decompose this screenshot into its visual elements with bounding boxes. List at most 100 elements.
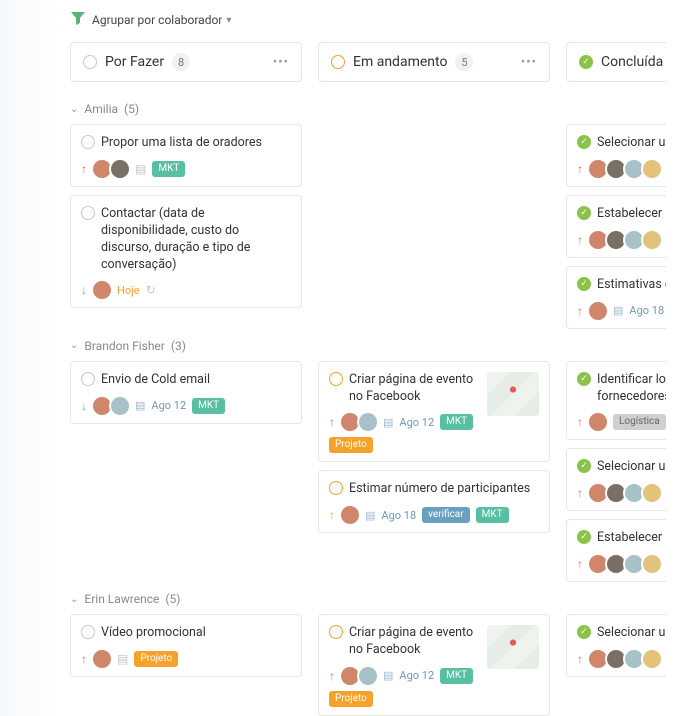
tag-mkt[interactable]: MKT [440, 414, 473, 430]
avatar[interactable] [643, 231, 661, 249]
avatar[interactable] [643, 484, 661, 502]
card-title[interactable]: Selecionar uma data [597, 459, 666, 476]
avatar[interactable] [625, 555, 643, 573]
card-title[interactable]: Estabelecer metas e [597, 530, 666, 547]
avatar[interactable] [93, 281, 111, 299]
avatar[interactable] [607, 231, 625, 249]
card-title[interactable]: Identificar localização de fornecedores [597, 372, 666, 406]
card-title[interactable]: Selecionar uma data [597, 625, 666, 642]
avatar[interactable] [643, 555, 661, 573]
card-title[interactable]: Vídeo promocional [101, 625, 206, 642]
avatar[interactable] [589, 555, 607, 573]
tag-proj[interactable]: Projeto [329, 691, 373, 707]
task-card[interactable]: Propor uma lista de oradores↑ ▤ MKT [70, 124, 302, 187]
card-title[interactable]: Estimar número de participantes [349, 481, 530, 498]
status-open-icon [83, 55, 97, 69]
avatar[interactable] [589, 302, 607, 320]
task-card[interactable]: Envio de Cold email↓ ▤ Ago 12 MKT [70, 361, 302, 424]
avatar[interactable] [341, 667, 359, 685]
toolbar: Agrupar por colaborador ▾ [70, 10, 680, 30]
avatar[interactable] [589, 484, 607, 502]
avatar[interactable] [589, 231, 607, 249]
tag-mkt[interactable]: MKT [476, 507, 509, 523]
card-title[interactable]: Contactar (data de disponibilidade, cust… [101, 206, 291, 274]
tag-mkt[interactable]: MKT [192, 398, 225, 414]
task-card[interactable]: ✓Identificar localização de fornecedores… [566, 361, 666, 441]
avatar[interactable] [111, 160, 129, 178]
task-card[interactable]: ✓Estabelecer metas e↑ [566, 519, 666, 582]
tag-mkt[interactable]: MKT [152, 161, 185, 177]
avatar[interactable] [643, 160, 661, 178]
column-menu-icon[interactable]: ••• [521, 55, 537, 70]
avatar[interactable] [589, 413, 607, 431]
avatar[interactable] [589, 650, 607, 668]
calendar-icon[interactable]: ▤ [117, 652, 128, 666]
avatar[interactable] [625, 650, 643, 668]
chevron-down-icon[interactable]: ▾ [226, 15, 231, 26]
task-card[interactable]: ✓Selecionar uma data↑ [566, 448, 666, 511]
task-card[interactable]: Contactar (data de disponibilidade, cust… [70, 195, 302, 309]
due-date[interactable]: Ago 12 [399, 416, 434, 429]
card-meta: ↑ [577, 484, 666, 502]
calendar-icon[interactable]: ▤ [135, 162, 146, 176]
tag-mkt[interactable]: MKT [440, 668, 473, 684]
avatar[interactable] [607, 160, 625, 178]
card-title[interactable]: Criar página de evento no Facebook [349, 372, 479, 406]
card-meta: ↑ Logística [577, 413, 666, 431]
avatar[interactable] [607, 650, 625, 668]
card-meta: ↑ [577, 231, 666, 249]
calendar-icon: ▤ [383, 416, 393, 429]
card-title[interactable]: Propor uma lista de oradores [101, 135, 262, 152]
avatar[interactable] [607, 484, 625, 502]
card-title[interactable]: Estimativas de custo [597, 277, 666, 294]
due-date[interactable]: Ago 12 [151, 399, 186, 412]
column-header-todo[interactable]: Por Fazer 8 ••• [70, 42, 302, 82]
group-col-todo: Vídeo promocional↑ ▤ Projeto [70, 614, 302, 716]
task-card[interactable]: Vídeo promocional↑ ▤ Projeto [70, 614, 302, 677]
avatar[interactable] [625, 484, 643, 502]
avatar[interactable] [625, 231, 643, 249]
avatar[interactable] [341, 413, 359, 431]
avatar[interactable] [93, 397, 111, 415]
task-card[interactable]: Criar página de evento no Facebook↑ ▤ Ag… [318, 614, 550, 716]
column-header-doing[interactable]: Em andamento 5 ••• [318, 42, 550, 82]
tag-proj[interactable]: Projeto [329, 437, 373, 453]
avatar[interactable] [359, 413, 377, 431]
status-open-icon [81, 135, 95, 149]
avatar[interactable] [643, 650, 661, 668]
tag-verif[interactable]: verificar [422, 507, 470, 523]
group-header[interactable]: ⌄Brandon Fisher(3) [70, 339, 680, 353]
group-header[interactable]: ⌄Amilia(5) [70, 102, 680, 116]
task-card[interactable]: ✓Selecionar uma data↑ [566, 614, 666, 677]
avatar[interactable] [625, 160, 643, 178]
column-menu-icon[interactable]: ••• [273, 55, 289, 70]
column-header-done[interactable]: ✓ Concluída 4 [566, 42, 666, 82]
task-card[interactable]: ✓ Estabelecer metas e ↑ [566, 195, 666, 258]
group-header[interactable]: ⌄Erin Lawrence(5) [70, 592, 680, 606]
status-done-icon: ✓ [577, 206, 591, 220]
card-title[interactable]: Criar página de evento no Facebook [349, 625, 479, 659]
group-by-label[interactable]: Agrupar por colaborador [92, 13, 222, 27]
tag-log[interactable]: Logística [613, 414, 666, 430]
due-date[interactable]: Ago 18 [381, 509, 416, 522]
due-date[interactable]: Hoje [117, 284, 140, 297]
avatar[interactable] [93, 160, 111, 178]
tag-proj[interactable]: Projeto [134, 651, 178, 667]
card-title[interactable]: Envio de Cold email [101, 372, 210, 389]
avatar[interactable] [93, 650, 111, 668]
priority-up-icon: ↑ [329, 508, 335, 522]
task-card[interactable]: ✓Estimativas de custo↑ ▤ Ago 18 MKT [566, 266, 666, 329]
avatar[interactable] [589, 160, 607, 178]
due-date[interactable]: Ago 18 [629, 304, 664, 317]
task-card[interactable]: Estimar número de participantes↑ ▤ Ago 1… [318, 470, 550, 533]
card-title[interactable]: Selecionar uma data [597, 135, 666, 152]
avatar[interactable] [359, 667, 377, 685]
task-card[interactable]: ✓Selecionar uma data↑ [566, 124, 666, 187]
avatar[interactable] [111, 397, 129, 415]
avatar[interactable] [341, 506, 359, 524]
card-title[interactable]: Estabelecer metas e [597, 206, 666, 223]
avatar[interactable] [607, 555, 625, 573]
group-row: Propor uma lista de oradores↑ ▤ MKTConta… [70, 124, 680, 329]
due-date[interactable]: Ago 12 [399, 669, 434, 682]
task-card[interactable]: Criar página de evento no Facebook↑ ▤ Ag… [318, 361, 550, 463]
